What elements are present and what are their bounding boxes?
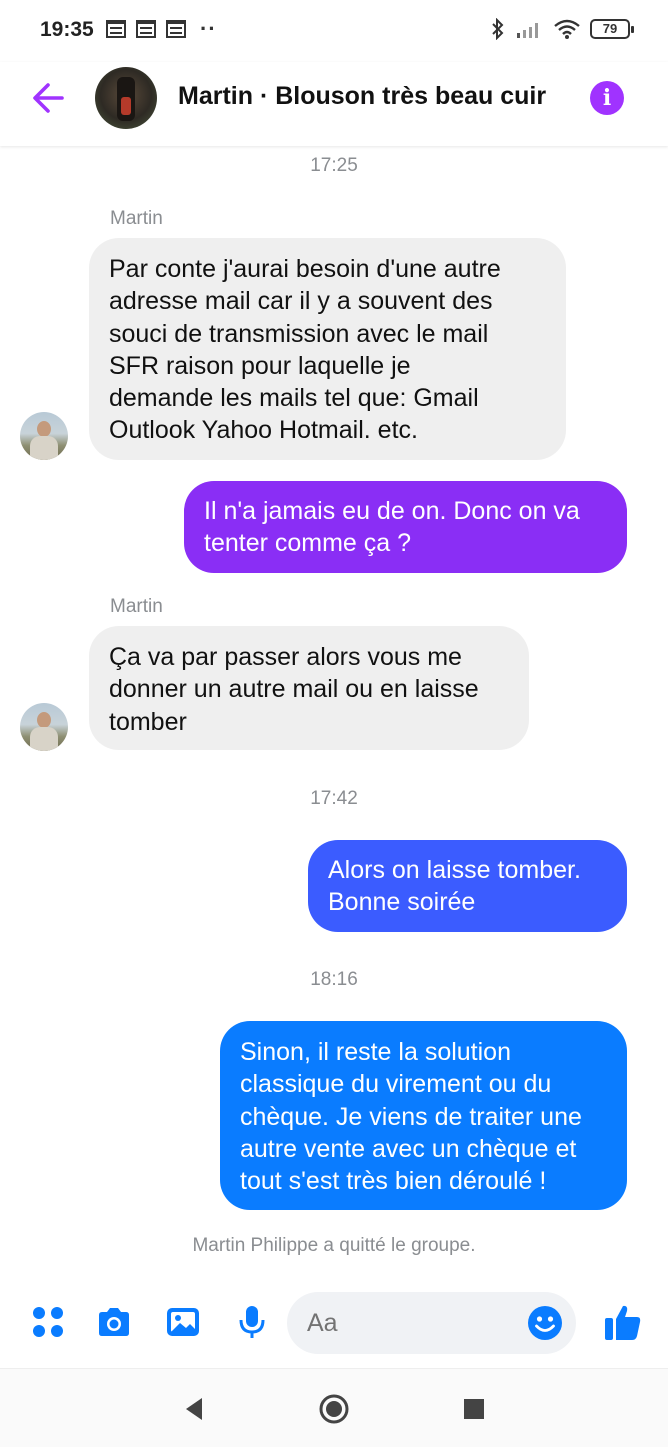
- sender-name: Martin: [110, 596, 163, 617]
- message-input[interactable]: [307, 1306, 527, 1340]
- notification-icons: ··: [106, 16, 217, 41]
- message-line: souci de transmission avec le mail: [109, 319, 489, 348]
- emoji-icon[interactable]: [527, 1305, 563, 1341]
- message-input-container: [287, 1292, 576, 1354]
- message-bubble-incoming[interactable]: Ça va par passer alors vous me donner un…: [89, 626, 529, 750]
- nav-back-icon[interactable]: [178, 1393, 210, 1425]
- message-line: Alors on laisse tomber.: [328, 856, 581, 884]
- message-line: chèque. Je viens de traiter une: [240, 1102, 582, 1131]
- conversation-header: Martin · Blouson très beau cuir i: [0, 62, 668, 146]
- nav-home-icon[interactable]: [318, 1393, 350, 1425]
- gallery-icon[interactable]: [165, 1304, 201, 1340]
- more-notifications-icon: ··: [200, 16, 217, 41]
- thumbs-up-icon[interactable]: [603, 1302, 643, 1342]
- camera-icon[interactable]: [96, 1304, 132, 1340]
- system-icons: 79: [490, 18, 634, 40]
- signal-icon: [517, 23, 538, 38]
- calendar-icon: [136, 20, 156, 38]
- message-line: Outlook Yahoo Hotmail. etc.: [109, 416, 418, 445]
- conversation-title[interactable]: Martin · Blouson très beau cuir: [178, 82, 568, 111]
- info-icon[interactable]: i: [590, 81, 624, 115]
- message-line: classique du virement ou du: [240, 1070, 552, 1099]
- sender-avatar[interactable]: [20, 703, 68, 751]
- sender-name: Martin: [110, 208, 163, 229]
- message-timestamp: 18:16: [310, 969, 358, 990]
- message-line: adresse mail car il y a souvent des: [109, 287, 493, 316]
- message-bubble-incoming[interactable]: Par conte j'aurai besoin d'une autre adr…: [89, 238, 566, 460]
- message-bubble-outgoing[interactable]: Il n'a jamais eu de on. Donc on va tente…: [184, 481, 627, 573]
- calendar-icon: [166, 20, 186, 38]
- status-time: 19:35: [40, 18, 94, 41]
- calendar-icon: [106, 20, 126, 38]
- message-line: tenter comme ça ?: [204, 529, 412, 558]
- message-line: tout s'est très bien déroulé !: [240, 1167, 547, 1196]
- message-bubble-outgoing[interactable]: Alors on laisse tomber. Bonne soirée: [308, 840, 627, 932]
- message-line: Il n'a jamais eu de on. Donc on va: [204, 497, 580, 525]
- system-navigation-bar: [0, 1368, 668, 1447]
- sender-avatar[interactable]: [20, 412, 68, 460]
- message-line: demande les mails tel que: Gmail: [109, 384, 479, 413]
- message-timestamp: 17:25: [310, 155, 358, 176]
- apps-icon[interactable]: [30, 1304, 66, 1340]
- battery-indicator: 79: [590, 19, 634, 39]
- message-line: Bonne soirée: [328, 888, 476, 917]
- message-line: Sinon, il reste la solution: [240, 1038, 511, 1066]
- message-timestamp: 17:42: [310, 788, 358, 809]
- microphone-icon[interactable]: [234, 1304, 270, 1340]
- message-line: donner un autre mail ou en laisse: [109, 675, 479, 704]
- message-bubble-outgoing[interactable]: Sinon, il reste la solution classique du…: [220, 1021, 627, 1210]
- message-composer: [0, 1290, 668, 1360]
- system-notice: Martin Philippe a quitté le groupe.: [192, 1235, 476, 1256]
- group-avatar[interactable]: [95, 67, 157, 129]
- nav-recents-icon[interactable]: [458, 1393, 490, 1425]
- wifi-icon: [554, 19, 580, 39]
- message-line: Par conte j'aurai besoin d'une autre: [109, 255, 501, 283]
- message-line: Ça va par passer alors vous me: [109, 643, 462, 671]
- status-bar: 19:35 ·· 79: [0, 0, 668, 62]
- bluetooth-icon: [492, 18, 504, 40]
- message-line: tomber: [109, 707, 187, 736]
- back-arrow-icon[interactable]: [28, 78, 68, 118]
- message-line: autre vente avec un chèque et: [240, 1134, 577, 1163]
- message-line: SFR raison pour laquelle je: [109, 351, 411, 380]
